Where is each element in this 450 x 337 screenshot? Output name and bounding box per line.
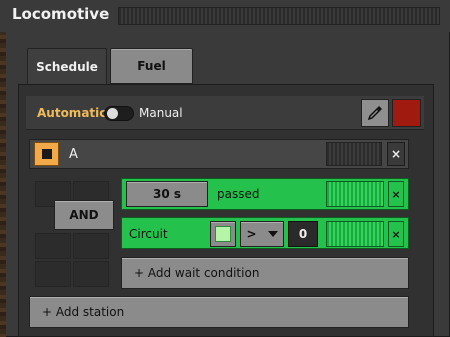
chevron-down-icon [267, 231, 278, 237]
background-edge [0, 30, 6, 337]
condition-drag-handle[interactable] [326, 181, 384, 207]
drag-handle[interactable] [118, 7, 440, 25]
station-name[interactable]: A [69, 147, 78, 162]
grid-slot [35, 233, 71, 259]
grid-slot [35, 261, 71, 287]
mode-toggle[interactable] [104, 106, 134, 121]
signal-select-button[interactable] [210, 221, 236, 247]
station-toggle-button[interactable] [34, 142, 59, 166]
remove-condition-button[interactable]: × [388, 221, 404, 247]
title-bar: Locomotive [0, 0, 450, 32]
grid-slot [73, 233, 109, 259]
automatic-label[interactable]: Automatic [37, 106, 106, 120]
toggle-knob [107, 108, 118, 119]
eyedropper-icon [367, 106, 382, 121]
remove-condition-button[interactable]: × [388, 181, 404, 207]
time-value-button[interactable]: 30 s [126, 181, 208, 207]
tab-fuel[interactable]: Fuel [110, 48, 193, 84]
and-or-toggle-button[interactable]: AND [54, 200, 114, 230]
window-title: Locomotive [12, 5, 110, 23]
remove-station-button[interactable]: × [387, 142, 405, 166]
stop-icon [41, 149, 52, 159]
signal-slot-icon [215, 226, 231, 242]
constant-input[interactable]: 0 [288, 221, 318, 247]
station-drag-handle[interactable] [326, 142, 382, 166]
condition-drag-handle[interactable] [326, 221, 384, 247]
add-wait-condition-button[interactable]: + Add wait condition [121, 257, 409, 289]
tab-schedule[interactable]: Schedule [27, 48, 107, 84]
grid-slot [73, 261, 109, 287]
color-picker-button[interactable] [361, 99, 389, 127]
circuit-label: Circuit [129, 227, 168, 241]
color-swatch[interactable] [392, 99, 421, 127]
condition-passed-label: passed [217, 187, 260, 201]
add-station-button[interactable]: + Add station [29, 296, 409, 328]
comparator-value: > [246, 227, 257, 241]
manual-label[interactable]: Manual [139, 106, 183, 120]
comparator-dropdown[interactable]: > [240, 221, 284, 247]
